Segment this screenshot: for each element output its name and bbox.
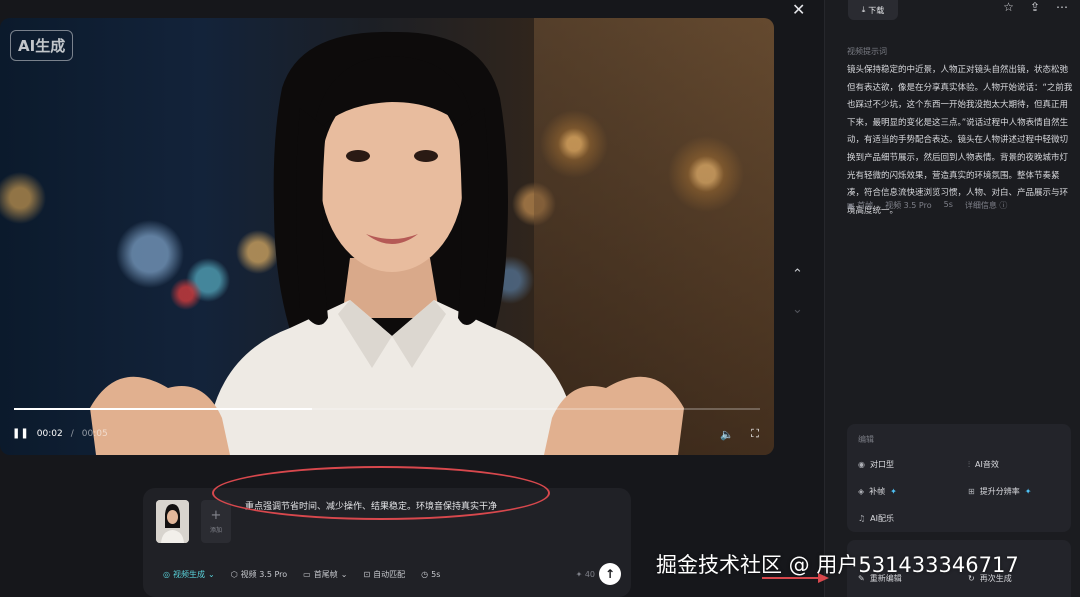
ai-music-label: AI配乐 [870,514,895,523]
video-player[interactable]: AI生成 ❚❚ 00:02 / 00:05 🔈 ⛶ [0,18,774,455]
video-progress-bar[interactable] [14,408,760,410]
ai-music-option[interactable]: ♫ AI配乐 [858,513,894,524]
first-frame-thumbnail[interactable] [156,500,189,543]
fullscreen-icon[interactable]: ⛶ [748,427,762,441]
meta-details-link[interactable]: 详细信息 ⓘ [965,200,1008,211]
video-duration: 00:05 [81,428,108,439]
video-current-time: 00:02 [36,428,63,439]
video-right-controls: 🔈 ⛶ [720,427,762,441]
video-frame-person [90,31,684,455]
mode-label: 视频生成 [172,570,205,579]
video-time-separator: / [70,428,74,439]
credits-icon: ✦ [575,570,583,579]
prompt-description: 镜头保持稳定的中近景，人物正对镜头自然出镜，状态松弛但有表达欲，像是在分享真实体… [847,65,1073,216]
chevron-up-icon[interactable]: ⌃ [792,267,803,282]
video-progress-fill [14,408,313,410]
ratio-select[interactable]: ⊡ 自动匹配 [363,569,405,580]
ai-sound-effect-label: AI音效 [975,460,999,469]
watermark-text: 掘金技术社区 @ 用户531433346717 [656,553,1019,577]
app-root: AI生成 ❚❚ 00:02 / 00:05 🔈 ⛶ ✕ ⌃ ⌄ + 添加 重点强… [0,0,1080,597]
clock-icon: ◷ [421,570,429,579]
arrow-up-icon: ↑ [604,567,616,581]
credits-value: 40 [584,570,595,579]
ratio-label: 自动匹配 [373,570,406,579]
more-icon[interactable]: ⋯ [1056,0,1068,14]
model-select[interactable]: ⬡ 视频 3.5 Pro [231,569,287,580]
download-button[interactable]: ⤓ 下载 [848,0,898,20]
model-cube-icon: ⬡ [230,570,238,579]
frame-interpolation-icon: ◈ [858,487,865,496]
video-controls: ❚❚ 00:02 / 00:05 [12,428,108,439]
frame-mode-select[interactable]: ▭ 首尾帧 ⌄ [303,569,347,580]
pause-icon[interactable]: ❚❚ [12,428,29,439]
share-icon[interactable]: ⇪ [1030,0,1040,14]
prompt-toolbar: ◎ 视频生成 ⌄ ⬡ 视频 3.5 Pro ▭ 首尾帧 ⌄ ⊡ 自动匹配 ◷ 5… [163,569,456,580]
credits-cost: ✦ 40 [576,570,595,579]
upscale-icon: ⊞ [968,487,975,496]
frame-mode-label: 首尾帧 [313,570,338,579]
chevron-down-icon[interactable]: ⌄ [792,302,803,317]
image-icon: ▣ [847,201,858,210]
upscale-label: 提升分辨率 [979,487,1020,496]
meta-duration: 5s [943,200,953,209]
prompt-section-label: 视频提示词 [847,47,887,56]
edit-card: 编辑 ◉ 对口型 ⫶ AI音效 ◈ 补帧 ✦ ⊞ 提升分辨率 ✦ ♫ AI配乐 [847,424,1071,532]
lip-sync-option[interactable]: ◉ 对口型 [858,459,894,470]
frame-interpolation-option[interactable]: ◈ 补帧 ✦ [858,486,897,497]
audio-waveform-icon: ⫶ [968,459,970,469]
frame-icon: ▭ [303,570,311,579]
frame-interpolation-label: 补帧 [869,487,886,496]
generation-meta: ▣ 首帧 视频 3.5 Pro 5s 详细信息 ⓘ [847,200,1007,211]
lip-sync-label: 对口型 [869,460,894,469]
meta-details-label: 详细信息 [964,201,997,210]
chevron-down-icon: ⌄ [340,570,348,579]
meta-model: 视频 3.5 Pro [885,201,932,210]
duration-label: 5s [431,570,441,579]
star-icon[interactable]: ☆ [1003,0,1014,14]
add-frame-label: 添加 [209,527,222,534]
sidebar-top-actions: ☆ ⇪ ⋯ [1003,0,1068,14]
details-sidebar: ⤓ 下载 ☆ ⇪ ⋯ 视频提示词 镜头保持稳定的中近景，人物正对镜头自然出镜，状… [824,0,1080,597]
close-icon[interactable]: ✕ [792,0,805,19]
download-label: 下载 [868,5,885,15]
duration-select[interactable]: ◷ 5s [421,570,440,579]
volume-icon[interactable]: 🔈 [720,427,734,441]
video-generation-icon: ◎ [163,570,170,579]
add-frame-button[interactable]: + 添加 [201,500,231,543]
ai-sound-effect-option[interactable]: ⫶ AI音效 [968,459,999,470]
chevron-down-icon: ⌄ [207,570,215,579]
music-note-icon: ♫ [858,514,866,523]
aspect-ratio-icon: ⊡ [363,570,371,579]
annotation-ellipse [212,466,550,520]
meta-first-frame-label: 首帧 [857,201,874,210]
edit-section-title: 编辑 [858,435,874,444]
sparkle-icon: ✦ [1024,487,1032,496]
download-icon: ⤓ [861,5,866,14]
ai-generated-badge: AI生成 [10,30,74,61]
thumbnail-person-image [156,500,189,543]
plus-icon: + [210,508,222,523]
lip-sync-icon: ◉ [858,460,865,469]
upscale-option[interactable]: ⊞ 提升分辨率 ✦ [968,486,1031,497]
meta-first-frame: ▣ 首帧 [847,200,873,211]
info-icon: ⓘ [996,201,1008,210]
mode-select-video-generation[interactable]: ◎ 视频生成 ⌄ [163,569,215,580]
send-button[interactable]: ↑ [599,563,621,585]
sparkle-icon: ✦ [890,487,897,496]
model-label: 视频 3.5 Pro [240,570,288,579]
